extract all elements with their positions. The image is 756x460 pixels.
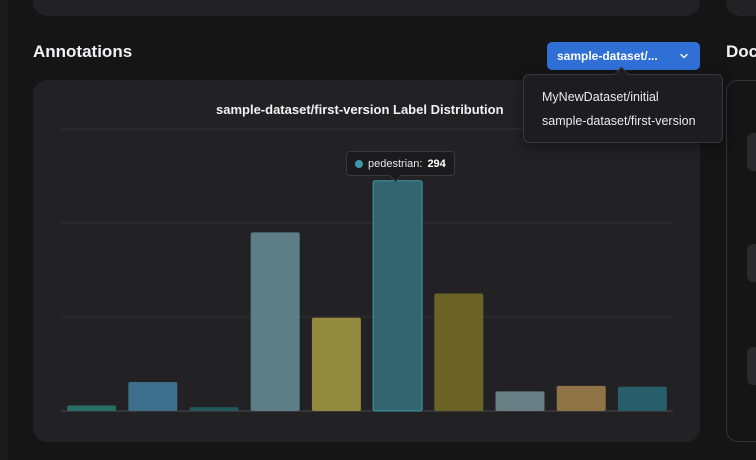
bar-tooltip: pedestrian: 294 — [346, 151, 455, 182]
chart-bar[interactable] — [372, 180, 423, 412]
chart-bar[interactable] — [67, 405, 117, 412]
chart-bar[interactable] — [495, 391, 545, 411]
dropdown-option[interactable]: sample-dataset/first-version — [542, 114, 696, 128]
chart-bar[interactable] — [617, 386, 667, 411]
dataset-select-button[interactable]: sample-dataset/... — [547, 42, 700, 70]
tooltip-color-dot — [355, 159, 363, 168]
chevron-down-icon — [680, 53, 688, 59]
tooltip-label: pedestrian: — [368, 157, 423, 170]
chart-bar[interactable] — [556, 385, 606, 411]
chart-bar[interactable] — [189, 407, 239, 411]
dropdown-option[interactable]: MyNewDataset/initial — [542, 90, 659, 104]
dataset-dropdown-menu: MyNewDataset/initial sample-dataset/firs… — [523, 66, 723, 143]
tooltip-value: 294 — [427, 157, 446, 170]
chart-bar[interactable] — [434, 293, 484, 412]
chart-bar[interactable] — [250, 232, 300, 411]
chart-bar[interactable] — [311, 317, 361, 411]
dataset-select-label: sample-dataset/... — [557, 49, 658, 63]
chart-bar[interactable] — [128, 382, 178, 411]
